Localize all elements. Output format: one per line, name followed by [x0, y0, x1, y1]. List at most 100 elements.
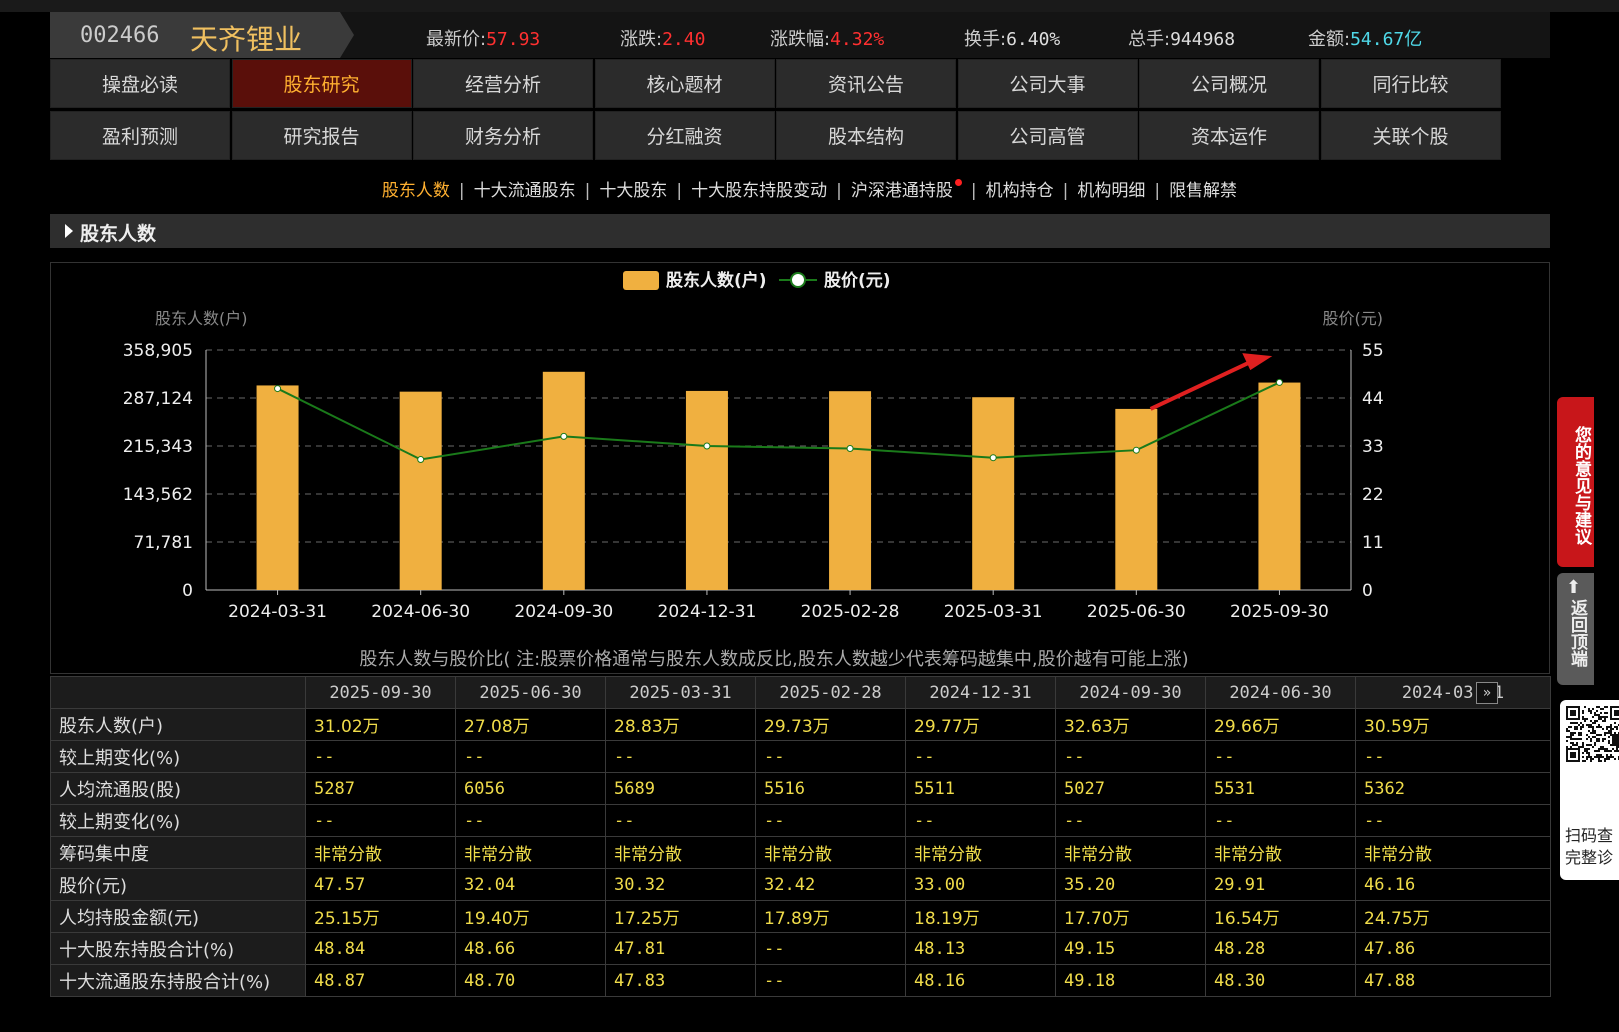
x-tick-label: 2024-03-31: [228, 602, 327, 622]
quote-label: 换手:: [964, 29, 1007, 50]
back-to-top-button[interactable]: ⬆ 返回顶端: [1557, 573, 1594, 685]
stock-title-tab[interactable]: 002466 天齐锂业: [50, 12, 354, 58]
nav-tab[interactable]: 同行比较: [1320, 59, 1501, 108]
subnav-item[interactable]: 机构明细: [1077, 181, 1145, 201]
subnav-item[interactable]: 机构持仓: [986, 181, 1054, 201]
table-cell: 32.04: [455, 868, 606, 901]
column-header: 2024-06-30: [1205, 676, 1356, 709]
nav-tab[interactable]: 操盘必读: [50, 59, 230, 108]
nav-tab[interactable]: 公司大事: [957, 59, 1138, 108]
nav-tab[interactable]: 资讯公告: [776, 59, 956, 108]
table-cell: 47.57: [305, 868, 456, 901]
table-row: 人均流通股(股) 5287 6056 5689 5516 5511 5027 5531 5362: [50, 772, 1551, 805]
bar-shareholders: [1115, 408, 1158, 590]
nav-tab[interactable]: 分红融资: [594, 111, 775, 160]
table-cell: 16.54万: [1205, 900, 1356, 933]
table-cell: --: [455, 804, 606, 837]
table-header-row: 2025-09-30 2025-06-30 2025-03-31 2025-02-28…: [50, 676, 1551, 709]
row-label: 人均持股金额(元): [50, 900, 306, 933]
table-cell: --: [755, 932, 906, 965]
nav-tab[interactable]: 关联个股: [1320, 111, 1501, 160]
quote-value: 2.40: [662, 29, 706, 50]
subnav-item[interactable]: 限售解禁: [1169, 181, 1237, 201]
price-point: [703, 442, 711, 450]
price-point: [560, 432, 568, 440]
table-row: 人均持股金额(元) 25.15万 19.40万 17.25万 17.89万 18.19万 1…: [50, 900, 1551, 933]
row-label: 较上期变化(%): [50, 804, 306, 837]
subnav-item[interactable]: 十大股东持股变动: [691, 181, 827, 201]
feedback-button[interactable]: 您的意见与建议: [1557, 397, 1594, 567]
price-point: [274, 385, 282, 393]
bar-shareholders: [1258, 382, 1301, 590]
x-tick-label: 2025-02-28: [801, 602, 900, 622]
nav-tab[interactable]: 研究报告: [231, 111, 412, 160]
column-header: 2024-03-31: [1355, 676, 1551, 709]
qr-code-panel[interactable]: 扫码查 完整诊: [1560, 700, 1619, 880]
price-point: [989, 454, 997, 462]
table-corner-cell: [50, 676, 306, 709]
legend-bar-swatch: [623, 271, 659, 290]
table-row: 十大股东持股合计(%) 48.84 48.66 47.81 -- 48.13 49.15 48…: [50, 932, 1551, 965]
subnav-item[interactable]: 十大股东: [599, 181, 667, 201]
table-cell: 5689: [605, 772, 756, 805]
table-cell: --: [305, 740, 456, 773]
bar-shareholders: [399, 391, 442, 590]
nav-tab[interactable]: 公司概况: [1139, 59, 1319, 108]
table-cell: 24.75万: [1355, 900, 1551, 933]
qr-caption-2: 完整诊: [1565, 848, 1614, 867]
x-tick-label: 2025-09-30: [1230, 602, 1329, 622]
quote-value: 57.93: [486, 29, 541, 50]
subnav-item[interactable]: 沪深港通持股: [851, 181, 953, 201]
nav-tab[interactable]: 盈利预测: [50, 111, 230, 160]
table-cell: 47.83: [605, 964, 756, 997]
table-cell: 32.42: [755, 868, 906, 901]
nav-tab[interactable]: 财务分析: [413, 111, 593, 160]
quote-label: 涨跌幅:: [770, 29, 831, 50]
left-tick-label: 143,562: [123, 485, 193, 505]
nav-tab[interactable]: 资本运作: [1139, 111, 1319, 160]
table-row: 股价(元) 47.57 32.04 30.32 32.42 33.00 35.20 29.91…: [50, 868, 1551, 901]
table-cell: 35.20: [1055, 868, 1206, 901]
row-label: 十大流通股东持股合计(%): [50, 964, 306, 997]
table-cell: 19.40万: [455, 900, 606, 933]
legend-line-marker: [790, 272, 806, 288]
bar-shareholders: [256, 385, 299, 590]
row-label: 人均流通股(股): [50, 772, 306, 805]
table-cell: --: [305, 804, 456, 837]
table-cell: --: [455, 740, 606, 773]
table-row: 较上期变化(%) -- -- -- -- -- -- -- --: [50, 740, 1551, 773]
arrow-up-icon: ⬆: [1566, 577, 1582, 598]
nav-row-2: 盈利预测 研究报告 财务分析 分红融资 股本结构 公司高管 资本运作 关联个股: [50, 111, 1550, 160]
nav-tab[interactable]: 公司高管: [957, 111, 1138, 160]
bar-shareholders: [685, 390, 728, 590]
nav-tab[interactable]: 经营分析: [413, 59, 593, 108]
qr-caption-1: 扫码查: [1565, 826, 1614, 845]
stock-name: 天齐锂业: [190, 23, 303, 56]
subnav-item[interactable]: 股东人数: [382, 181, 450, 201]
table-cell: 17.89万: [755, 900, 906, 933]
legend-label: 股价(元): [824, 271, 891, 291]
right-tick-label: 22: [1362, 485, 1384, 505]
stock-code: 002466: [80, 23, 160, 48]
quote-label: 最新价:: [426, 29, 487, 50]
subnav-item[interactable]: 十大流通股东: [474, 181, 576, 201]
nav-tab[interactable]: 股本结构: [776, 111, 956, 160]
annotation-arrow-head: [1242, 353, 1273, 371]
table-cell: 31.02万: [305, 708, 456, 741]
quote-value: 4.32%: [830, 29, 885, 50]
x-tick-label: 2024-12-31: [658, 602, 757, 622]
table-cell: --: [905, 740, 1056, 773]
column-header: 2025-02-28: [755, 676, 906, 709]
nav-tab[interactable]: 股东研究: [231, 59, 412, 108]
x-tick-label: 2025-06-30: [1087, 602, 1186, 622]
table-cell: 非常分散: [905, 836, 1056, 869]
quote-item: 金额:54.67亿: [1308, 25, 1422, 51]
table-cell: 30.59万: [1355, 708, 1551, 741]
x-tick-label: 2024-09-30: [514, 602, 613, 622]
left-tick-label: 358,905: [123, 341, 193, 361]
x-tick-label: 2024-06-30: [371, 602, 470, 622]
nav-tab[interactable]: 核心题材: [594, 59, 775, 108]
table-cell: --: [755, 964, 906, 997]
double-chevron-right-icon[interactable]: »: [1476, 682, 1498, 704]
subnav-separator: |: [1154, 181, 1161, 201]
